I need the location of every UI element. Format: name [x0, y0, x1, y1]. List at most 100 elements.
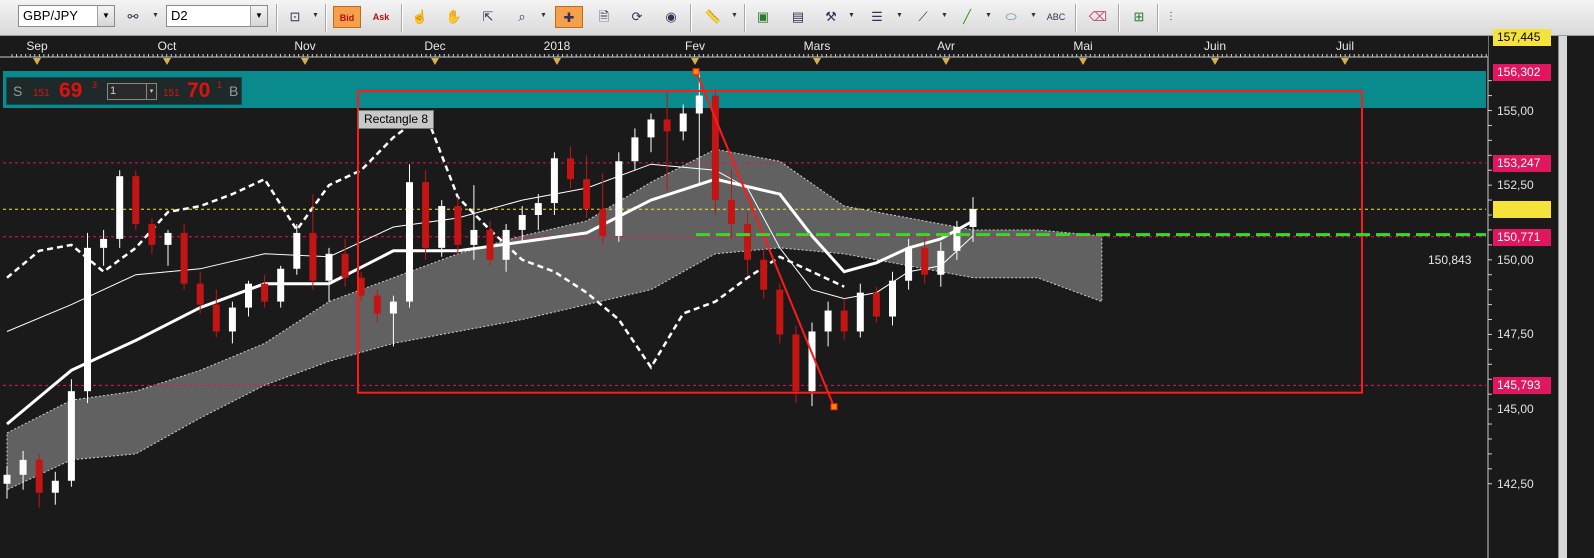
image-icon[interactable]: ▣ [752, 6, 774, 28]
chevron-down-icon[interactable]: ▼ [312, 12, 319, 19]
candle-body [695, 95, 703, 114]
quantity-value: 1 [110, 85, 117, 97]
candle-body [550, 158, 558, 204]
fan-icon[interactable]: ⟋ [912, 6, 934, 28]
price-chart[interactable] [0, 36, 1558, 558]
template-icon[interactable]: ▤ [787, 6, 809, 28]
chevron-down-icon[interactable]: ▼ [985, 12, 992, 19]
price-tick-label: 145,00 [1497, 402, 1534, 417]
candle-body [67, 391, 75, 481]
chevron-down-icon[interactable]: ▼ [941, 12, 948, 19]
ask-button[interactable]: Ask [367, 6, 395, 28]
candle-body [212, 304, 220, 332]
candle-body [35, 459, 43, 493]
chevron-down-icon[interactable]: ▼ [97, 6, 114, 26]
globe-icon[interactable]: ◉ [660, 6, 682, 28]
candle-body [792, 334, 800, 392]
link-icon[interactable]: ⚯ [122, 6, 144, 28]
candle-body [953, 226, 961, 251]
candle-body [518, 215, 526, 230]
buy-letter[interactable]: B [229, 83, 238, 99]
candle-body [406, 182, 413, 302]
separator [690, 4, 692, 32]
bid-button[interactable]: Bid [333, 6, 361, 28]
sell-prefix[interactable]: 151 [33, 88, 50, 99]
buy-price[interactable]: 70 [187, 79, 210, 103]
separator [401, 4, 403, 32]
time-axis [0, 36, 1488, 57]
candle-body [824, 310, 832, 332]
candle-body [599, 209, 607, 236]
chart-settings-icon[interactable]: ⊡ [284, 6, 306, 28]
hand-grab-icon[interactable]: ✋ [443, 6, 465, 28]
text-abc-icon[interactable]: ABC [1045, 6, 1067, 28]
candle-body [631, 137, 639, 162]
sticky-note-icon[interactable]: 🗎 [593, 6, 615, 28]
candle-body [889, 280, 896, 317]
lines-menu-icon[interactable]: ☰ [866, 6, 888, 28]
sell-letter[interactable]: S [13, 83, 22, 99]
symbol-select[interactable]: GBP/JPY ▼ [18, 5, 115, 27]
chevron-down-icon[interactable]: ▼ [1030, 12, 1037, 19]
eraser-icon[interactable]: ⌫ [1087, 6, 1109, 28]
candle-body [502, 229, 510, 260]
candle-body [196, 283, 204, 305]
buy-prefix[interactable]: 151 [163, 88, 180, 99]
rectangle-label[interactable]: Rectangle 8 [358, 110, 435, 129]
chevron-down-icon[interactable]: ▼ [540, 12, 547, 19]
candle-body [776, 289, 784, 335]
candle-body [389, 301, 397, 314]
chart-toolbar: GBP/JPY ▼ ⚯ ▼ D2 ▼ ⊡ ▼ Bid Ask ☝ ✋ ⇱ ⌕ ▼… [0, 0, 1594, 36]
candle-body [872, 292, 880, 317]
separator [325, 4, 327, 32]
sell-price[interactable]: 69 [59, 79, 82, 103]
candle-body [470, 229, 478, 245]
symbol-value: GBP/JPY [23, 8, 78, 23]
candle-body [647, 119, 655, 138]
separator [1118, 4, 1120, 32]
candle-body [583, 179, 591, 210]
month-label: Juin [1203, 39, 1227, 53]
vertical-scrollbar[interactable] [1558, 36, 1567, 558]
candle-body [19, 459, 27, 475]
hline-value-label: 150,843 [1428, 253, 1472, 267]
separator [276, 4, 278, 32]
candle-body [438, 206, 446, 248]
chevron-down-icon[interactable]: ▼ [848, 12, 855, 19]
ellipse-icon[interactable]: ⬭ [1000, 6, 1022, 28]
timeframe-value: D2 [171, 8, 188, 23]
hierarchy-icon[interactable]: ⊞ [1128, 6, 1150, 28]
quantity-input[interactable]: 1 ▾ [107, 83, 157, 100]
chevron-down-icon[interactable]: ▼ [896, 12, 903, 19]
chevron-down-icon[interactable]: ▼ [731, 12, 738, 19]
quote-panel: S 151 69 3 1 ▾ 151 70 1 B [6, 77, 242, 105]
month-label: Avr [937, 39, 955, 53]
price-tag: 151,694 [1493, 201, 1551, 219]
trendline-icon[interactable]: ╱ [956, 6, 978, 28]
buy-pip[interactable]: 1 [217, 80, 222, 90]
candle-body [293, 232, 301, 269]
candle-body [921, 247, 929, 275]
cursor-icon[interactable]: ⇱ [477, 6, 499, 28]
candle-body [760, 259, 768, 290]
timeframe-select[interactable]: D2 ▼ [166, 5, 268, 27]
candle-body [744, 223, 752, 260]
more-icon[interactable]: ⋮ [1160, 6, 1182, 28]
crosshair-icon[interactable]: ✚ [555, 6, 583, 28]
price-tag: 145,793 [1493, 377, 1551, 395]
hand-pointer-icon[interactable]: ☝ [409, 6, 431, 28]
candle-body [905, 247, 913, 281]
candle-body [277, 268, 285, 302]
month-label: Mars [803, 39, 831, 53]
month-label: Fev [684, 39, 706, 53]
ruler-icon[interactable]: 📏 [702, 6, 724, 28]
tools-icon[interactable]: ⚒ [820, 6, 842, 28]
chevron-down-icon[interactable]: ▼ [250, 6, 267, 26]
refresh-icon[interactable]: ⟳ [626, 6, 648, 28]
chevron-down-icon[interactable]: ▼ [152, 12, 159, 19]
sell-pip[interactable]: 3 [92, 80, 97, 90]
zoom-icon[interactable]: ⌕ [511, 6, 533, 28]
month-label: Juil [1335, 39, 1355, 53]
spinner-icon[interactable]: ▾ [146, 84, 156, 99]
candle-body [148, 223, 156, 245]
